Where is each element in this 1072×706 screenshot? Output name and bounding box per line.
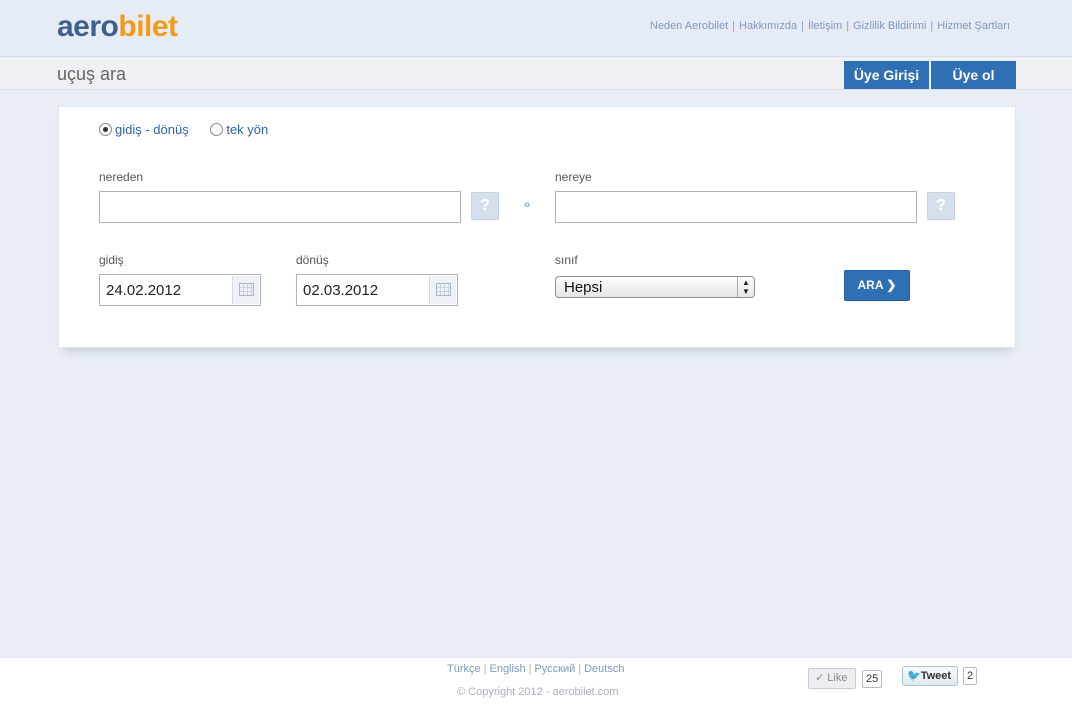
search-button[interactable]: ARA ❯ <box>844 270 910 301</box>
trip-type-group: gidiş - dönüş tek yön <box>99 122 286 137</box>
lang-link-russian[interactable]: Русский <box>534 663 575 675</box>
from-label: nereden <box>99 170 144 184</box>
return-label: dönüş <box>296 253 329 267</box>
nav-link-hizmet-sartlari[interactable]: Hizmet Şartları <box>937 20 1010 32</box>
nav-separator: | <box>732 20 736 32</box>
tweet-count: 2 <box>963 667 978 685</box>
nav-separator: | <box>801 20 804 32</box>
radio-oneway-circle[interactable] <box>210 123 224 136</box>
flight-search-panel: gidiş - dönüş tek yön nereden ? ‹› nerey… <box>58 106 1016 348</box>
swap-icon[interactable]: ‹› <box>524 199 530 211</box>
depart-date-field[interactable]: 24.02.2012 <box>99 274 261 306</box>
depart-date-value[interactable]: 24.02.2012 <box>106 282 181 299</box>
twitter-bird-icon: 🐦 <box>907 670 921 682</box>
lang-link-english[interactable]: English <box>489 663 525 675</box>
radio-roundtrip-label[interactable]: gidiş - dönüş <box>115 122 189 137</box>
class-label: sınıf <box>555 253 578 267</box>
sub-header-bar: uçuş ara Üye Girişi Üye ol <box>0 58 1072 90</box>
logo-part-bilet: bilet <box>118 10 178 43</box>
nav-separator: | <box>930 20 934 32</box>
logo[interactable]: aerobilet <box>57 10 178 44</box>
tweet-label: Tweet <box>920 670 952 682</box>
class-select[interactable]: Hepsi ▲ ▼ <box>555 276 755 298</box>
copyright: © Copyright 2012 - aerobilet.com <box>457 686 619 698</box>
radio-roundtrip-circle[interactable] <box>99 123 112 136</box>
calendar-icon <box>239 283 254 296</box>
nav-link-neden-aerobilet[interactable]: Neden Aerobilet <box>650 20 728 32</box>
radio-oneway[interactable]: tek yön <box>210 122 268 137</box>
tweet-button[interactable]: 🐦Tweet <box>902 666 958 686</box>
to-help-icon[interactable]: ? <box>927 192 955 220</box>
lang-separator: | <box>578 663 582 675</box>
select-arrows-icon: ▲ ▼ <box>737 277 754 297</box>
from-input[interactable] <box>99 191 461 223</box>
nav-separator: | <box>846 20 850 32</box>
lang-separator: | <box>483 663 487 675</box>
depart-calendar-button[interactable] <box>232 276 259 304</box>
login-button[interactable]: Üye Girişi <box>844 61 929 89</box>
search-button-label: ARA <box>857 278 884 292</box>
nav-link-hakkimizda[interactable]: Hakkımızda <box>739 20 797 32</box>
chevron-right-icon: ❯ <box>886 278 897 292</box>
class-select-value: Hepsi <box>564 279 603 296</box>
nav-link-gizlilik[interactable]: Gizlilik Bildirimi <box>853 20 926 32</box>
logo-part-aero: aero <box>57 10 119 43</box>
like-count: 25 <box>862 670 883 688</box>
header: aerobilet Neden Aerobilet | Hakkımızda | İle… <box>0 0 1072 57</box>
top-nav: Neden Aerobilet | Hakkımızda | İletişim | Gizl… <box>650 20 1010 32</box>
return-date-field[interactable]: 02.03.2012 <box>296 274 458 306</box>
to-label: nereye <box>555 170 592 184</box>
calendar-icon <box>436 283 451 296</box>
radio-roundtrip[interactable]: gidiş - dönüş <box>99 122 189 137</box>
return-date-value[interactable]: 02.03.2012 <box>303 282 378 299</box>
signup-button[interactable]: Üye ol <box>931 61 1016 89</box>
nav-link-iletisim[interactable]: İletişim <box>808 20 842 32</box>
from-help-icon[interactable]: ? <box>471 192 499 220</box>
lang-link-turkish[interactable]: Türkçe <box>447 663 481 675</box>
radio-oneway-label[interactable]: tek yön <box>226 122 268 137</box>
lang-separator: | <box>528 663 532 675</box>
like-label: Like <box>827 672 848 684</box>
check-icon: ✓ <box>815 672 825 684</box>
page-title: uçuş ara <box>57 64 127 84</box>
return-calendar-button[interactable] <box>429 276 456 304</box>
facebook-like-button[interactable]: ✓ Like <box>808 668 856 689</box>
lang-link-german[interactable]: Deutsch <box>584 663 624 675</box>
language-links: Türkçe | English | Русский | Deutsch <box>447 663 624 675</box>
depart-label: gidiş <box>99 253 124 267</box>
to-input[interactable] <box>555 191 917 223</box>
